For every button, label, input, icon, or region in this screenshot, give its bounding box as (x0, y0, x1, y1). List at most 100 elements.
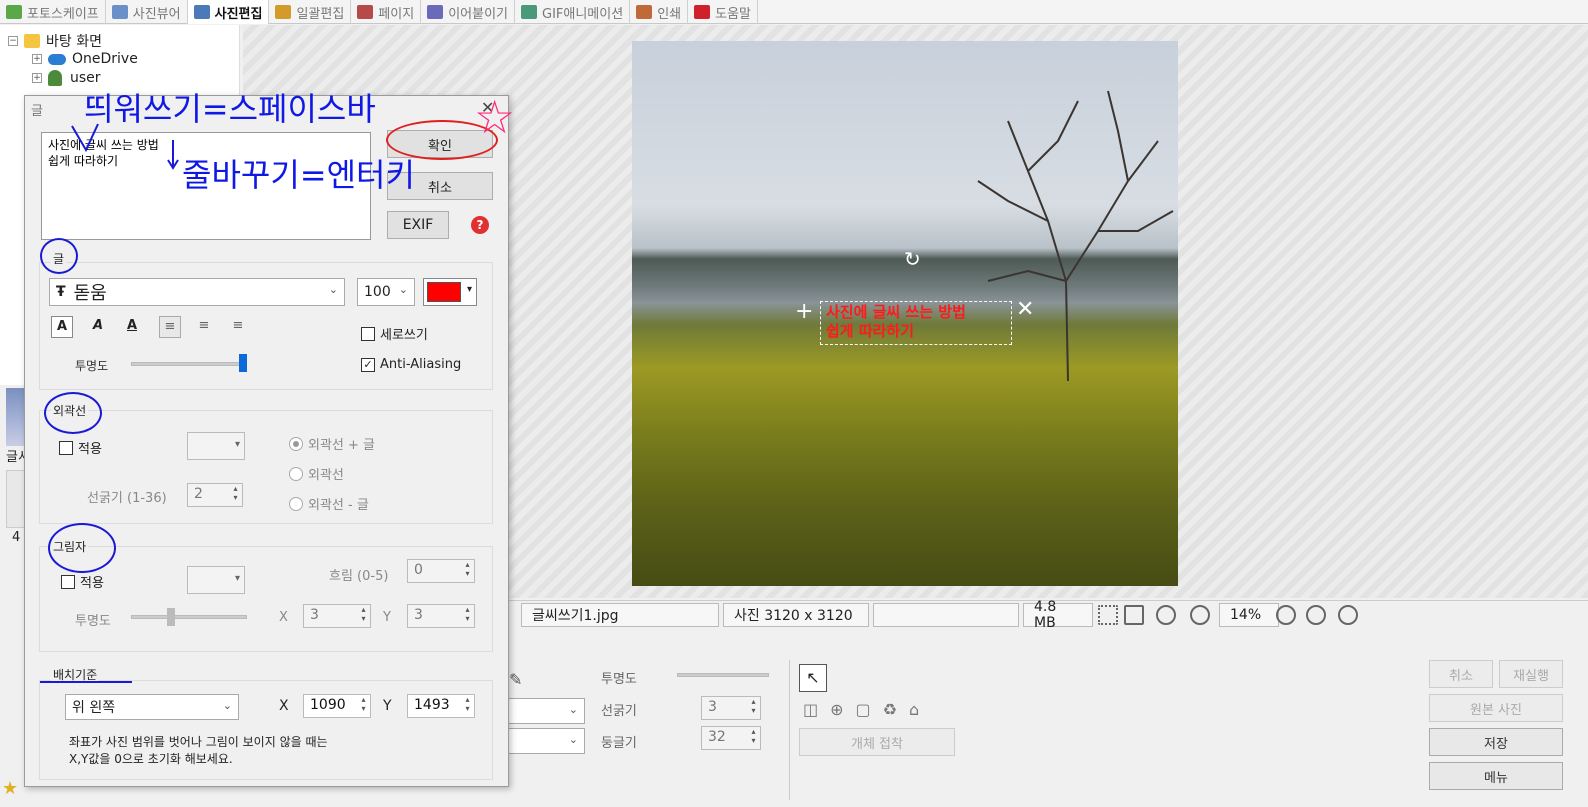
shadow-apply-checkbox[interactable]: 적용 (61, 572, 104, 591)
expand-icon[interactable]: + (32, 54, 42, 64)
folder-icon (24, 34, 40, 48)
redo-button[interactable]: 재실행 (1499, 660, 1563, 688)
align-left-icon[interactable]: ≡ (159, 316, 181, 338)
save-button[interactable]: 저장 (1429, 728, 1563, 756)
underline-icon[interactable]: A (121, 316, 143, 338)
transparency-icon[interactable] (1098, 605, 1118, 625)
zoom-actual-icon[interactable] (1156, 605, 1176, 625)
zoom-out-icon[interactable] (1306, 605, 1326, 625)
align-center-icon[interactable]: ≡ (193, 316, 215, 338)
tab-label: 포토스케이프 (27, 6, 99, 22)
tree-label: OneDrive (72, 51, 138, 67)
font-size-value: 100 (364, 284, 391, 300)
move-handle-icon[interactable]: + (795, 299, 813, 324)
attach-object-button[interactable]: 개체 접착 (799, 728, 955, 756)
shadow-color-picker[interactable]: ▾ (187, 566, 245, 594)
photo-text: 사진에 글씨 쓰는 방법 쉽게 따라하기 (826, 303, 966, 341)
shadow-opacity-slider[interactable] (131, 615, 247, 619)
bottom-thickness-spin[interactable]: 3 (701, 696, 761, 720)
original-photo-button[interactable]: 원본 사진 (1429, 694, 1563, 722)
tab-gif[interactable]: GIF애니메이션 (515, 0, 631, 24)
combine-icon (427, 5, 444, 19)
shadow-y-spin[interactable]: 3 (407, 604, 475, 628)
undo-button[interactable]: 취소 (1429, 660, 1493, 688)
thumbnail[interactable] (6, 470, 26, 528)
anchor-select[interactable]: 위 왼쪽 ⌄ (65, 694, 239, 720)
outline-option-2[interactable]: 외곽선 (289, 464, 344, 483)
annotation-enter: 줄바꾸기=엔터키 (182, 156, 415, 194)
expand-icon[interactable]: + (32, 73, 42, 83)
highlight-text-group (40, 238, 78, 274)
font-size-select[interactable]: 100 ⌄ (357, 278, 415, 306)
color-swatch (427, 282, 461, 302)
outline-color-picker[interactable]: ▾ (187, 432, 245, 460)
zoom-in-icon[interactable] (1276, 605, 1296, 625)
shadow-blur-spin[interactable]: 0 (407, 559, 475, 583)
photoscape-icon (6, 5, 22, 19)
star-icon[interactable]: ★ (2, 778, 18, 799)
outline-option-3[interactable]: 외곽선 - 글 (289, 494, 369, 513)
bottom-select-1[interactable]: ⌄ (505, 698, 585, 724)
select-pointer-icon[interactable]: ↖ (799, 664, 827, 692)
editor-icon (193, 5, 210, 19)
tab-label: GIF애니메이션 (542, 6, 624, 22)
italic-icon[interactable]: A (87, 316, 109, 338)
tab-label: 일괄편집 (296, 6, 345, 22)
shadow-x-spin[interactable]: 3 (303, 604, 371, 628)
thumbnail[interactable] (6, 388, 26, 446)
bottom-roundness-spin[interactable]: 32 (701, 726, 761, 750)
font-name: 돋움 (73, 283, 107, 304)
page-icon (357, 5, 374, 19)
object-tool-icons[interactable]: ◫⊕▢♻⌂ (803, 700, 931, 719)
tab-page[interactable]: 페이지 (351, 0, 422, 24)
opacity-slider-thumb[interactable] (239, 354, 247, 372)
color-picker[interactable]: ▾ (423, 278, 477, 306)
rotate-handle-icon[interactable]: ↻ (904, 247, 921, 271)
bottom-opacity-slider[interactable] (677, 673, 769, 677)
vertical-checkbox[interactable]: 세로쓰기 (361, 324, 428, 343)
dropdown-arrow-icon: ▾ (234, 439, 240, 450)
anchor-value: 위 왼쪽 (72, 700, 116, 716)
fit-window-icon[interactable] (1124, 605, 1144, 625)
tab-print[interactable]: 인쇄 (630, 0, 689, 24)
tab-viewer[interactable]: 사진뷰어 (106, 0, 188, 24)
outline-thickness-spin[interactable]: 2 (187, 483, 243, 507)
zoom-fit-icon[interactable] (1190, 605, 1210, 625)
antialias-checkbox[interactable]: ✓ Anti-Aliasing (361, 357, 461, 372)
pos-x-label: X (279, 698, 289, 714)
collapse-icon[interactable]: − (8, 36, 18, 46)
outline-apply-checkbox[interactable]: 적용 (59, 438, 102, 457)
delete-object-icon[interactable]: ✕ (1016, 297, 1034, 322)
shadow-apply-label: 적용 (80, 576, 104, 591)
photo[interactable]: 사진에 글씨 쓰는 방법 쉽게 따라하기 + ✕ ↻ (632, 41, 1178, 586)
menu-button[interactable]: 메뉴 (1429, 762, 1563, 790)
align-right-icon[interactable]: ≡ (227, 316, 249, 338)
star-doodle-icon: ☆ (474, 90, 516, 144)
help-icon[interactable]: ? (471, 216, 489, 234)
eyedropper-icon[interactable]: ✎ (509, 670, 522, 689)
pos-x-spin[interactable]: 1090 (303, 694, 371, 718)
tab-editor[interactable]: 사진편집 (187, 0, 270, 24)
tab-batch[interactable]: 일괄편집 (269, 0, 352, 24)
tab-combine[interactable]: 이어붙이기 (421, 0, 515, 24)
layout-hint: 좌표가 사진 범위를 벗어나 그림이 보이지 않을 때는 X,Y값을 0으로 초… (69, 735, 328, 766)
bottom-opacity-label: 투명도 (601, 672, 637, 687)
tree-item-desktop[interactable]: − 바탕 화면 (8, 31, 102, 51)
gif-icon (521, 5, 537, 19)
tab-label: 사진뷰어 (132, 6, 181, 22)
tab-photoscape[interactable]: 포토스케이프 (0, 0, 106, 24)
pos-y-spin[interactable]: 1493 (407, 694, 475, 718)
bottom-roundness-label: 둥글기 (601, 736, 637, 751)
tab-help[interactable]: 도움말 (688, 0, 758, 24)
bold-icon[interactable]: A (51, 316, 73, 338)
shadow-opacity-thumb[interactable] (167, 608, 175, 626)
info-icon[interactable] (1338, 605, 1358, 625)
bottom-select-2[interactable]: ⌄ (505, 728, 585, 754)
outline-option-1[interactable]: 외곽선 + 글 (289, 434, 375, 453)
font-select[interactable]: Ŧ 돋움 ⌄ (49, 278, 345, 306)
opacity-slider[interactable] (131, 362, 245, 366)
exif-button[interactable]: EXIF (387, 211, 449, 239)
pos-y-label: Y (383, 698, 392, 714)
tree-item-onedrive[interactable]: + OneDrive (32, 51, 138, 67)
outline-option-3-label: 외곽선 - 글 (308, 498, 369, 513)
